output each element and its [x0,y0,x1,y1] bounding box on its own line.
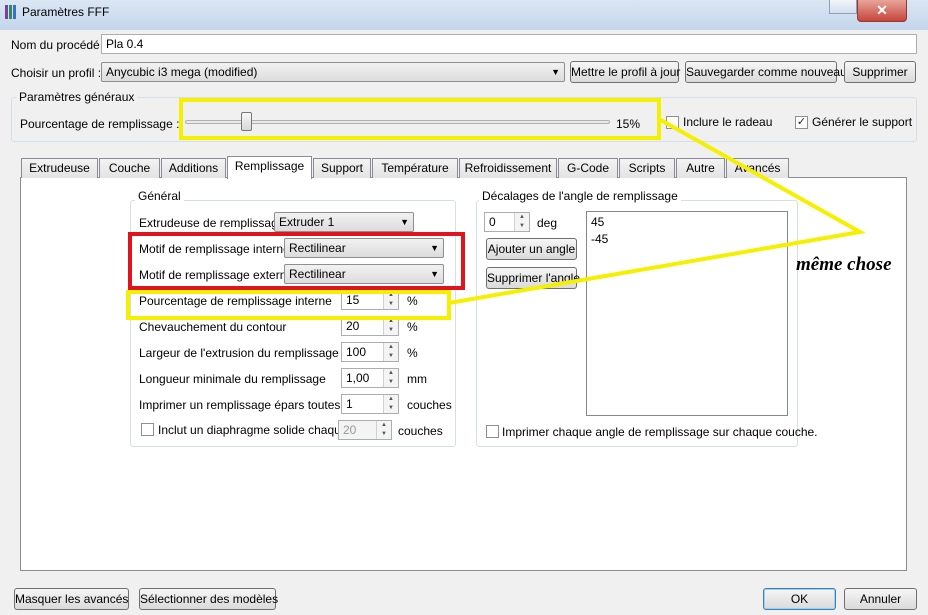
annotation-overlay [126,98,866,320]
yellow-annotation [126,98,866,320]
tab-remplissage[interactable]: Remplissage [227,156,312,179]
annotation-text: même chose [796,254,892,275]
red-annotation [128,232,465,290]
